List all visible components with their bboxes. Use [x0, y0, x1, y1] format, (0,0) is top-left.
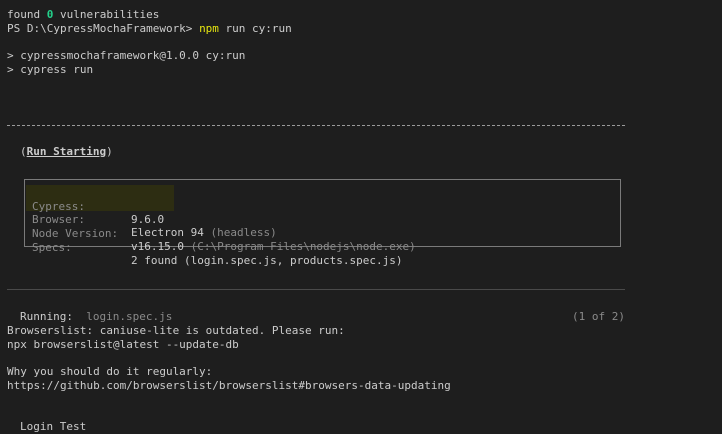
running-line: Running: login.spec.js — [20, 310, 172, 323]
run-info-value: 2 found (login.spec.js, products.spec.js… — [131, 254, 403, 267]
why-url-link[interactable]: https://github.com/browserslist/browsers… — [7, 379, 451, 392]
audit-prefix: found — [7, 8, 47, 21]
run-info-row: Browser: Electron 94 (headless) — [32, 200, 277, 239]
command-args: run cy:run — [218, 22, 292, 35]
run-info-box: Cypress: 9.6.0 Browser: Electron 94 (hea… — [24, 179, 621, 267]
audit-result-line: found 0 vulnerabilities — [7, 8, 159, 21]
audit-suffix: vulnerabilities — [53, 8, 160, 21]
run-info-key: Specs: — [32, 241, 72, 254]
script-line-2: > cypress run — [7, 63, 94, 76]
why-line: Why you should do it regularly: — [7, 365, 213, 378]
run-starting-heading: (Run Starting) — [20, 145, 113, 158]
run-info-value: 9.6.0 — [131, 213, 165, 226]
running-count: (1 of 2) — [572, 310, 625, 323]
run-info-row: Cypress: 9.6.0 — [32, 187, 164, 226]
run-starting-close: ) — [106, 145, 113, 158]
run-starting-label: Run Starting — [26, 145, 107, 158]
run-starting-open: ( — [20, 145, 27, 158]
suite-title: Login Test — [20, 420, 87, 433]
running-spec: login.spec.js — [86, 310, 173, 323]
command-name: npm — [199, 22, 219, 35]
double-divider — [7, 125, 625, 126]
prompt-path: PS D:\CypressMochaFramework> — [7, 22, 200, 35]
run-info-row: Specs: 2 found (login.spec.js, products.… — [32, 228, 403, 267]
script-line-1: > cypressmochaframework@1.0.0 cy:run — [7, 49, 246, 62]
browserslist-warning: Browserslist: caniuse-lite is outdated. … — [7, 324, 345, 337]
terminal-window[interactable]: { "terminal": { "audit_prefix": "found "… — [0, 0, 722, 434]
section-divider — [7, 289, 625, 290]
prompt-line[interactable]: PS D:\CypressMochaFramework> npm run cy:… — [7, 22, 292, 35]
run-info-row: Node Version: v16.15.0 (C:\Program Files… — [32, 214, 416, 253]
browserslist-command: npx browserslist@latest --update-db — [7, 338, 239, 351]
run-info-value: Electron 94 (headless) — [131, 226, 277, 239]
run-info-value: v16.15.0 (C:\Program Files\nodejs\node.e… — [131, 240, 416, 253]
running-label: Running: — [20, 310, 73, 323]
